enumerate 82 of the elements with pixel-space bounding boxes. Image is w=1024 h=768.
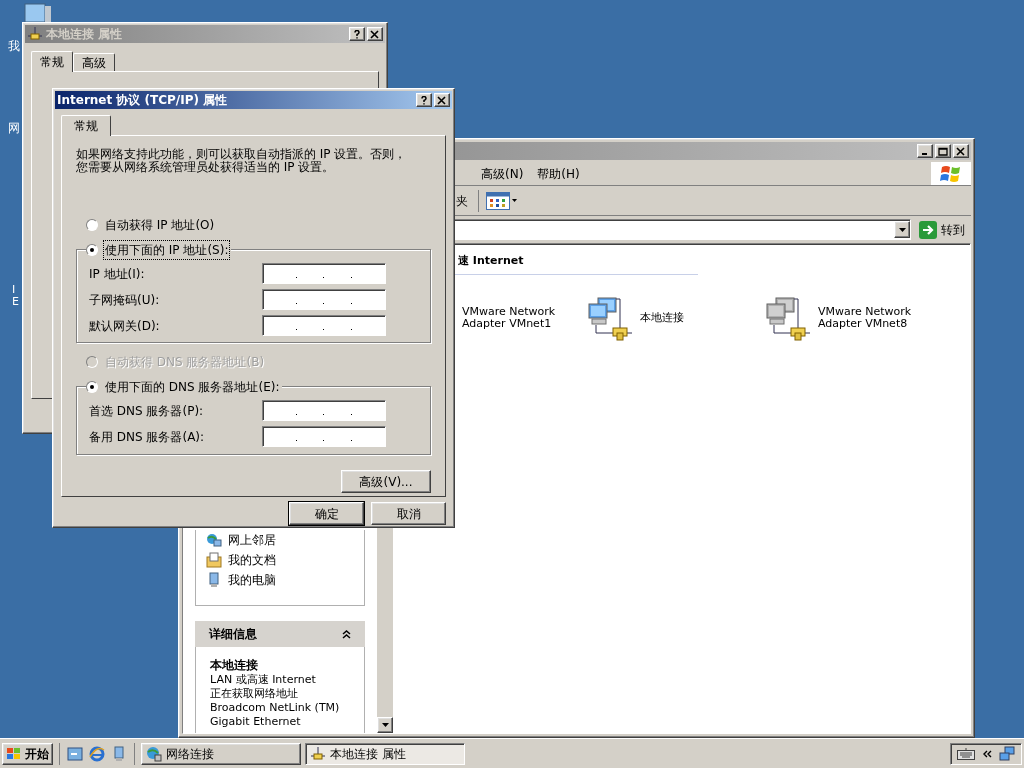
windows-flag-icon (940, 163, 962, 184)
toolbar-label[interactable]: 夹 (456, 191, 468, 210)
connection-name[interactable]: VMware Network Adapter VMnet1 (462, 306, 556, 330)
dropdown-button[interactable] (894, 221, 910, 238)
desktop-icon-label[interactable]: I E (12, 284, 19, 308)
field-label: 子网掩码(U): (89, 291, 160, 309)
place-link[interactable]: 我的电脑 (228, 571, 276, 589)
help-icon (352, 29, 362, 39)
window-title: Internet 协议 (TCP/IP) 属性 (57, 92, 229, 109)
ip-address-field[interactable] (262, 426, 386, 447)
menu-item[interactable]: 高级(N) (481, 164, 524, 183)
details-text: 正在获取网络地址 (210, 687, 299, 701)
help-icon (419, 95, 429, 105)
tab[interactable]: 高级 (73, 53, 115, 71)
description-text: 如果网络支持此功能，则可以获取自动指派的 IP 设置。否则，您需要从网络系统管理员处获得适当的 IP 设置。 (76, 148, 408, 174)
details-name: 本地连接 (210, 657, 259, 673)
maximize-button[interactable] (935, 144, 951, 158)
radio-button[interactable] (86, 244, 98, 256)
tab[interactable]: 常规 (31, 51, 73, 72)
folder-document-icon (206, 552, 222, 568)
radio-label[interactable]: 自动获得 IP 地址(O) (104, 216, 216, 234)
taskbar-button[interactable]: 本地连接 属性 (305, 742, 465, 765)
field-label: IP 地址(I): (89, 265, 145, 283)
radio-button[interactable] (86, 219, 98, 231)
cancel-button[interactable]: 取消 (371, 502, 446, 525)
close-icon (956, 146, 966, 156)
place-link[interactable]: 我的文档 (228, 551, 276, 569)
field-label: 默认网关(D): (89, 317, 160, 335)
advanced-button[interactable]: 高级(V)... (341, 470, 431, 493)
field-label: 首选 DNS 服务器(P): (89, 402, 204, 420)
group-header: 速 Internet (458, 254, 524, 267)
network-plug-icon (27, 26, 43, 42)
double-chevron-icon (982, 749, 992, 758)
details-text: Gigabit Ethernet (210, 715, 302, 729)
details-header[interactable]: 详细信息 (195, 621, 365, 647)
computer-icon (206, 572, 222, 588)
network-plug-icon (310, 745, 326, 762)
desktop-icon-label[interactable]: 网 (8, 119, 20, 137)
collapse-chevron-icon[interactable] (342, 629, 351, 639)
computer-icon[interactable] (22, 2, 52, 22)
browser-e-icon[interactable] (88, 744, 106, 763)
caret-icon (898, 227, 906, 232)
close-button[interactable] (953, 144, 969, 158)
desktop-icon-label[interactable]: 我 (8, 37, 20, 55)
maximize-icon (938, 146, 948, 156)
caret-icon (512, 199, 517, 202)
place-link[interactable]: 网上邻居 (228, 531, 276, 549)
tab[interactable]: 常规 (61, 115, 111, 136)
scroll-down-button[interactable] (377, 717, 393, 733)
taskbar-button[interactable]: 网络连接 (141, 742, 301, 765)
desktop-shortcut-icon[interactable] (66, 744, 84, 763)
details-text: LAN 或高速 Internet (210, 673, 317, 687)
close-icon (437, 95, 447, 105)
details-text: Broadcom NetLink (TM) (210, 701, 341, 715)
views-grid-icon (486, 191, 510, 210)
ip-address-field[interactable] (262, 289, 386, 310)
go-button[interactable]: 转到 (917, 218, 967, 241)
close-button[interactable] (367, 27, 383, 41)
caret-icon (381, 723, 389, 727)
globe-computer-icon (206, 532, 222, 548)
close-button[interactable] (434, 93, 450, 107)
help-button[interactable] (416, 93, 432, 107)
ip-address-field[interactable] (262, 400, 386, 421)
connection-name[interactable]: 本地连接 (640, 312, 684, 324)
views-button[interactable] (485, 189, 518, 212)
window-title: 本地连接 属性 (46, 26, 124, 43)
close-icon (370, 29, 380, 39)
minimize-button[interactable] (917, 144, 933, 158)
menu-item[interactable]: 帮助(H) (537, 164, 580, 183)
ip-address-field[interactable] (262, 263, 386, 284)
start-button[interactable]: 开始 (2, 742, 53, 765)
minimize-icon (922, 153, 928, 155)
ip-address-field[interactable] (262, 315, 386, 336)
radio-button[interactable] (86, 381, 98, 393)
field-label: 备用 DNS 服务器(A): (89, 428, 205, 446)
windows-flag-icon (6, 746, 22, 761)
help-button[interactable] (349, 27, 365, 41)
details-title: 详细信息 (209, 626, 257, 643)
network-computers-icon[interactable] (999, 745, 1015, 762)
globe-computer-icon (146, 745, 162, 762)
ok-button[interactable]: 确定 (289, 502, 364, 525)
keyboard-icon[interactable] (957, 747, 975, 760)
